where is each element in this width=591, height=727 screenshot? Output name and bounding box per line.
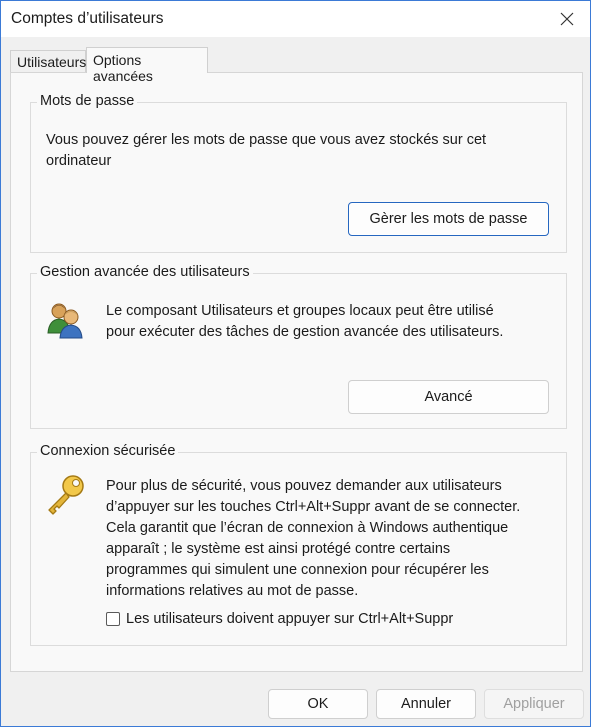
secure-logon-description-line1: Pour plus de sécurité, vous pouvez deman…	[106, 478, 502, 494]
tab-advanced-options[interactable]: Options avancées	[86, 47, 208, 84]
users-group-icon	[47, 303, 83, 339]
secure-logon-description-line5: programmes qui simulent une connexion po…	[106, 562, 489, 578]
secure-logon-description-line3: Cela garantit que l’écran de connexion à…	[106, 520, 509, 536]
tab-advanced-options-label: Options avancées	[93, 52, 153, 84]
advanced-button[interactable]: Avancé	[348, 380, 549, 414]
group-passwords: Mots de passe Vous pouvez gérer les mots…	[30, 93, 567, 253]
passwords-description-line1: Vous pouvez gérer les mots de passe que …	[46, 132, 487, 148]
group-secure-logon-title: Connexion sécurisée	[37, 443, 179, 459]
manage-passwords-button-label: Gèrer les mots de passe	[369, 211, 528, 227]
group-advanced-user-management: Gestion avancée des utilisateurs Le comp…	[30, 264, 567, 429]
tab-panel-advanced: Mots de passe Vous pouvez gérer les mots…	[10, 72, 583, 672]
advanced-users-description-line1: Le composant Utilisateurs et groupes loc…	[106, 303, 494, 319]
passwords-description-line2: ordinateur	[46, 153, 112, 169]
require-ctrl-alt-del-label[interactable]: Les utilisateurs doivent appuyer sur Ctr…	[126, 611, 453, 627]
tab-users-label: Utilisateurs	[17, 54, 87, 70]
ok-button[interactable]: OK	[268, 689, 368, 719]
tab-users[interactable]: Utilisateurs	[10, 50, 86, 73]
ok-button-label: OK	[307, 696, 329, 712]
secure-logon-description: Pour plus de sécurité, vous pouvez deman…	[106, 476, 520, 602]
apply-button[interactable]: Appliquer	[484, 689, 584, 719]
secure-logon-description-line4: apparaît ; le système est ainsi protégé …	[106, 541, 451, 557]
advanced-button-label: Avancé	[424, 389, 473, 405]
cancel-button[interactable]: Annuler	[376, 689, 476, 719]
require-ctrl-alt-del-checkbox-row[interactable]: Les utilisateurs doivent appuyer sur Ctr…	[106, 611, 453, 627]
window-title: Comptes d’utilisateurs	[11, 10, 164, 27]
key-icon	[48, 475, 84, 515]
group-advanced-user-management-title: Gestion avancée des utilisateurs	[37, 264, 253, 280]
advanced-users-description: Le composant Utilisateurs et groupes loc…	[106, 301, 503, 343]
group-passwords-title: Mots de passe	[37, 93, 138, 109]
manage-passwords-button[interactable]: Gèrer les mots de passe	[348, 202, 549, 236]
secure-logon-description-line6: informations relatives au mot de passe.	[106, 583, 359, 599]
advanced-users-description-line2: pour exécuter des tâches de gestion avan…	[106, 324, 504, 340]
cancel-button-label: Annuler	[401, 696, 451, 712]
require-ctrl-alt-del-checkbox[interactable]	[106, 612, 120, 626]
passwords-description: Vous pouvez gérer les mots de passe que …	[46, 130, 486, 172]
close-button[interactable]	[544, 1, 590, 37]
group-secure-logon: Connexion sécurisée Pour plus de sécurit…	[30, 443, 567, 646]
title-bar: Comptes d’utilisateurs	[1, 1, 590, 37]
dialog-window: Comptes d’utilisateurs Utilisateurs Opti…	[0, 0, 591, 727]
secure-logon-description-line2: d’appuyer sur les touches Ctrl+Alt+Suppr…	[106, 499, 521, 515]
close-icon	[560, 12, 574, 26]
apply-button-label: Appliquer	[503, 696, 565, 712]
